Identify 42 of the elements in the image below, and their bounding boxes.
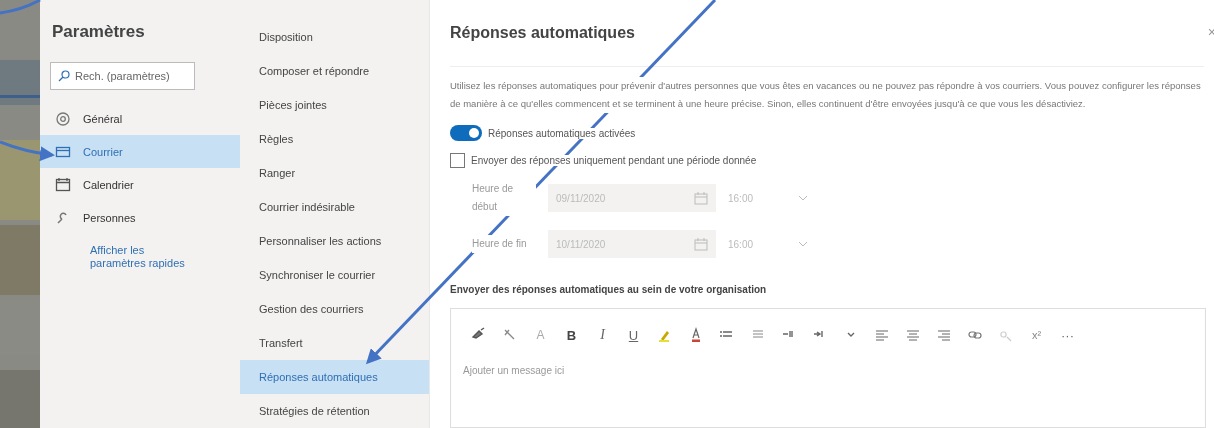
submenu-item[interactable]: Disposition — [240, 20, 429, 54]
bold-button[interactable]: B — [566, 325, 577, 345]
align-right-icon[interactable] — [935, 327, 952, 343]
nav-item[interactable]: Calendrier — [40, 168, 240, 201]
gear-icon — [55, 110, 71, 127]
align-left-icon[interactable] — [873, 327, 890, 343]
quick-settings-link[interactable]: Afficher les paramètres rapides — [90, 244, 200, 270]
checkbox-label: Envoyer des réponses uniquement pendant une période donnée — [471, 155, 757, 166]
nav-item[interactable]: Personnes — [40, 201, 240, 234]
submenu-item[interactable]: Synchroniser le courrier — [240, 258, 429, 292]
search-field[interactable]: Rech. (paramètres) — [50, 62, 195, 90]
submenu-item[interactable]: Composer et répondre — [240, 54, 429, 88]
nav-item[interactable]: Général — [40, 102, 240, 135]
align-center-icon[interactable] — [904, 327, 921, 343]
toggle-label: Réponses automatiques activées — [488, 127, 636, 139]
submenu-item[interactable]: Courrier indésirable — [240, 190, 429, 224]
superscript-button[interactable]: x² — [1031, 325, 1042, 345]
submenu-item[interactable]: Réponses automatiques — [240, 360, 429, 394]
calendar-icon — [694, 237, 708, 251]
underline-button[interactable]: U — [628, 325, 639, 345]
description-text: Utilisez les réponses automatiques pour prévenir d'autres personnes que vous êtes en vacances ou ne pouvez pas répondre à vos courriers. Vous pouvez configurer les réponses de manière à ce qu'elles commencent et se terminent à une heure précise. Sinon, elles continuent d'être envoyées jusqu'à ce que vous les désactiviez. — [450, 77, 1204, 113]
panel-title: Réponses automatiques — [450, 24, 635, 42]
search-icon — [58, 70, 70, 82]
chevron-down-icon — [798, 241, 808, 247]
more-button[interactable]: ··· — [1061, 325, 1074, 345]
section-heading: Envoyer des réponses automatiques au sein de votre organisation — [450, 284, 768, 297]
toggle-switch[interactable] — [450, 125, 482, 141]
italic-button[interactable]: I — [600, 325, 605, 345]
calendar-icon — [694, 191, 708, 205]
submenu-item[interactable]: Règles — [240, 122, 429, 156]
submenu-item[interactable]: Stratégies de rétention — [240, 394, 429, 428]
submenu-item[interactable]: Pièces jointes — [240, 88, 429, 122]
settings-title: Paramètres — [51, 21, 145, 43]
submenu-item[interactable]: Ranger — [240, 156, 429, 190]
chevron-down-icon — [798, 195, 808, 201]
checkbox[interactable] — [450, 153, 465, 168]
submenu-item[interactable]: Gestion des courriers — [240, 292, 429, 326]
submenu-item[interactable]: Personnaliser les actions — [240, 224, 429, 258]
calendar-icon — [55, 176, 71, 193]
submenu-item[interactable]: Transfert — [240, 326, 429, 360]
annotation-arrow — [0, 140, 55, 161]
nav-item[interactable]: Courrier — [40, 135, 240, 168]
